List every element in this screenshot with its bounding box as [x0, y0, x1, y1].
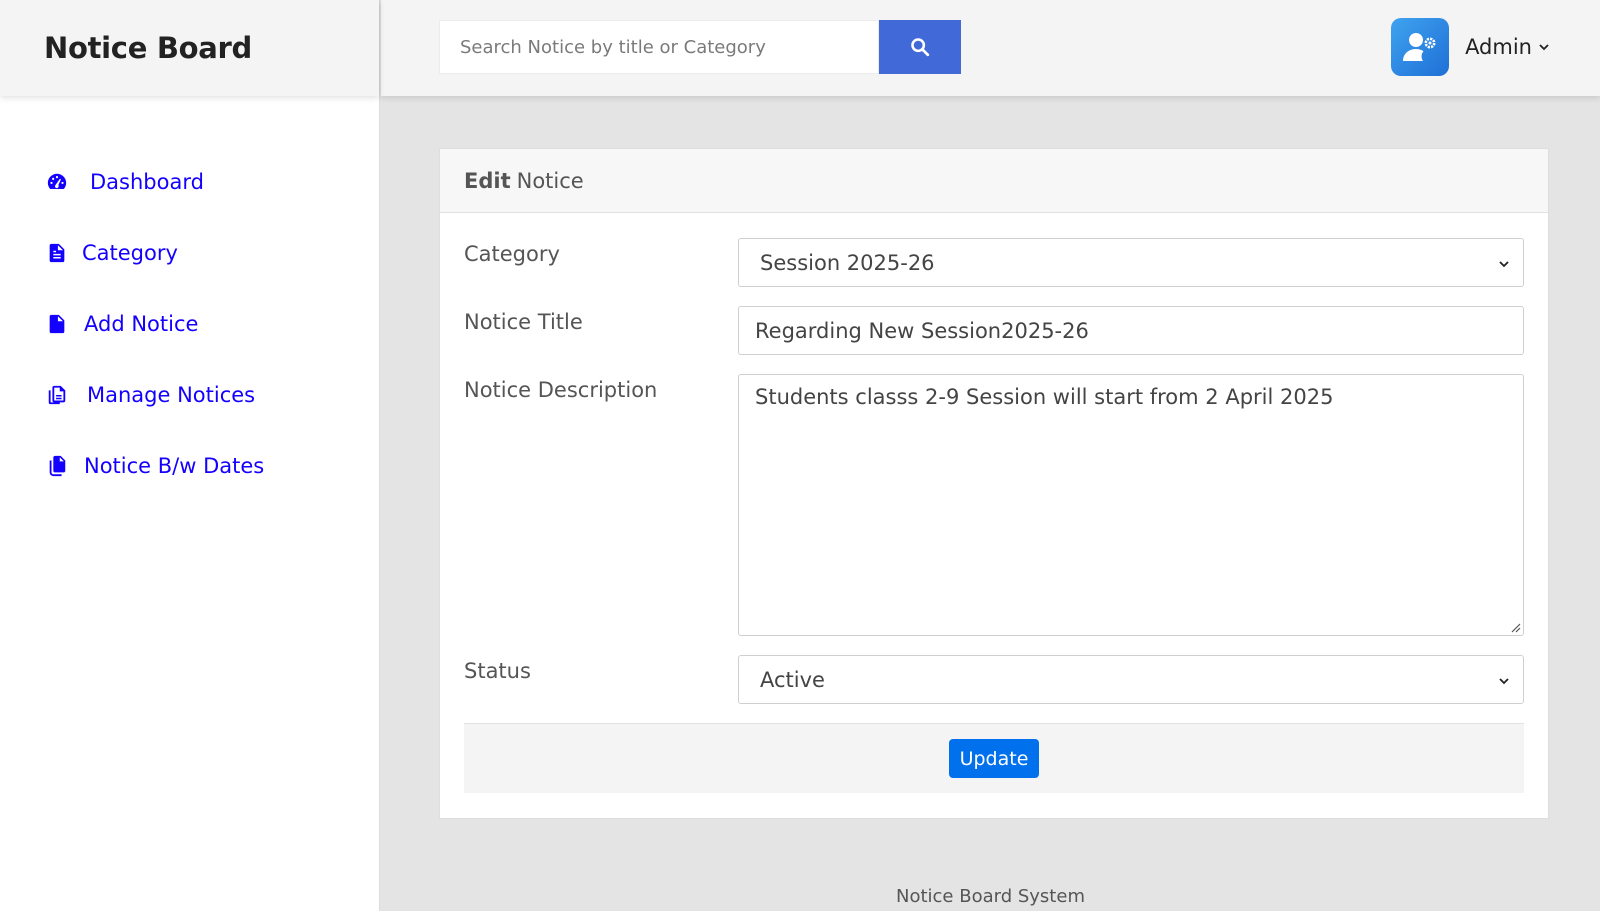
category-select[interactable]: Session 2025-26: [738, 238, 1524, 287]
card-header: Edit Notice: [440, 149, 1548, 213]
sidebar-item-label: Manage Notices: [87, 382, 256, 407]
sidebar-item-notice-between-dates[interactable]: Notice B/w Dates: [0, 430, 379, 501]
sidebar: Notice Board Dashboard Category Add Noti…: [0, 0, 380, 911]
user-menu[interactable]: Admin: [1391, 18, 1550, 76]
files-icon: [44, 453, 70, 479]
status-row: Status Active: [464, 655, 1524, 704]
sidebar-item-add-notice[interactable]: Add Notice: [0, 288, 379, 359]
sidebar-nav: Dashboard Category Add Notice Manage Not…: [0, 96, 379, 501]
avatar: [1391, 18, 1450, 76]
notice-title-value: Regarding New Session2025-26: [755, 318, 1089, 343]
sidebar-item-label: Dashboard: [90, 169, 204, 194]
form-actions: Update: [464, 723, 1524, 793]
page-footer: Notice Board System: [896, 886, 1085, 907]
title-row: Notice Title Regarding New Session2025-2…: [464, 306, 1524, 355]
user-settings-icon: [1403, 33, 1436, 61]
edit-notice-card: Edit Notice Category Session 2025-26 Not…: [439, 148, 1549, 819]
brand-header: Notice Board: [0, 0, 379, 96]
notice-description-label: Notice Description: [464, 378, 658, 402]
notice-title-input[interactable]: Regarding New Session2025-26: [738, 306, 1524, 355]
file-icon: [44, 311, 70, 337]
status-selected-value: Active: [760, 667, 825, 692]
search-icon: [911, 38, 930, 57]
description-row: Notice Description Students classs 2-9 S…: [464, 374, 1524, 636]
copy-icon: [44, 382, 70, 408]
app-title: Notice Board: [44, 31, 253, 65]
category-selected-value: Session 2025-26: [760, 250, 935, 275]
sidebar-item-dashboard[interactable]: Dashboard: [0, 146, 379, 217]
dashboard-icon: [44, 169, 70, 195]
chevron-down-icon: [1499, 261, 1509, 268]
chevron-down-icon: [1539, 44, 1549, 51]
user-name: Admin: [1465, 35, 1532, 59]
sidebar-item-label: Add Notice: [84, 311, 199, 336]
status-label: Status: [464, 659, 531, 683]
notice-title-label: Notice Title: [464, 310, 583, 334]
topbar: Admin: [381, 0, 1600, 96]
status-select[interactable]: Active: [738, 655, 1524, 704]
card-header-text: Notice: [516, 168, 584, 193]
update-button[interactable]: Update: [948, 739, 1040, 778]
sidebar-item-label: Category: [82, 240, 178, 265]
category-label: Category: [464, 242, 560, 266]
notice-description-value: Students classs 2-9 Session will start f…: [755, 385, 1334, 409]
chevron-down-icon: [1499, 678, 1509, 685]
search-button[interactable]: [879, 20, 961, 74]
card-header-bold: Edit: [464, 168, 511, 193]
sidebar-item-manage-notices[interactable]: Manage Notices: [0, 359, 379, 430]
notice-description-textarea[interactable]: Students classs 2-9 Session will start f…: [738, 374, 1524, 636]
sidebar-item-label: Notice B/w Dates: [84, 453, 265, 478]
resize-handle-icon[interactable]: [1509, 621, 1521, 633]
file-text-icon: [44, 240, 70, 266]
search-input[interactable]: [439, 20, 879, 74]
search-bar: [439, 20, 961, 74]
sidebar-item-category[interactable]: Category: [0, 217, 379, 288]
category-row: Category Session 2025-26: [464, 238, 1524, 287]
